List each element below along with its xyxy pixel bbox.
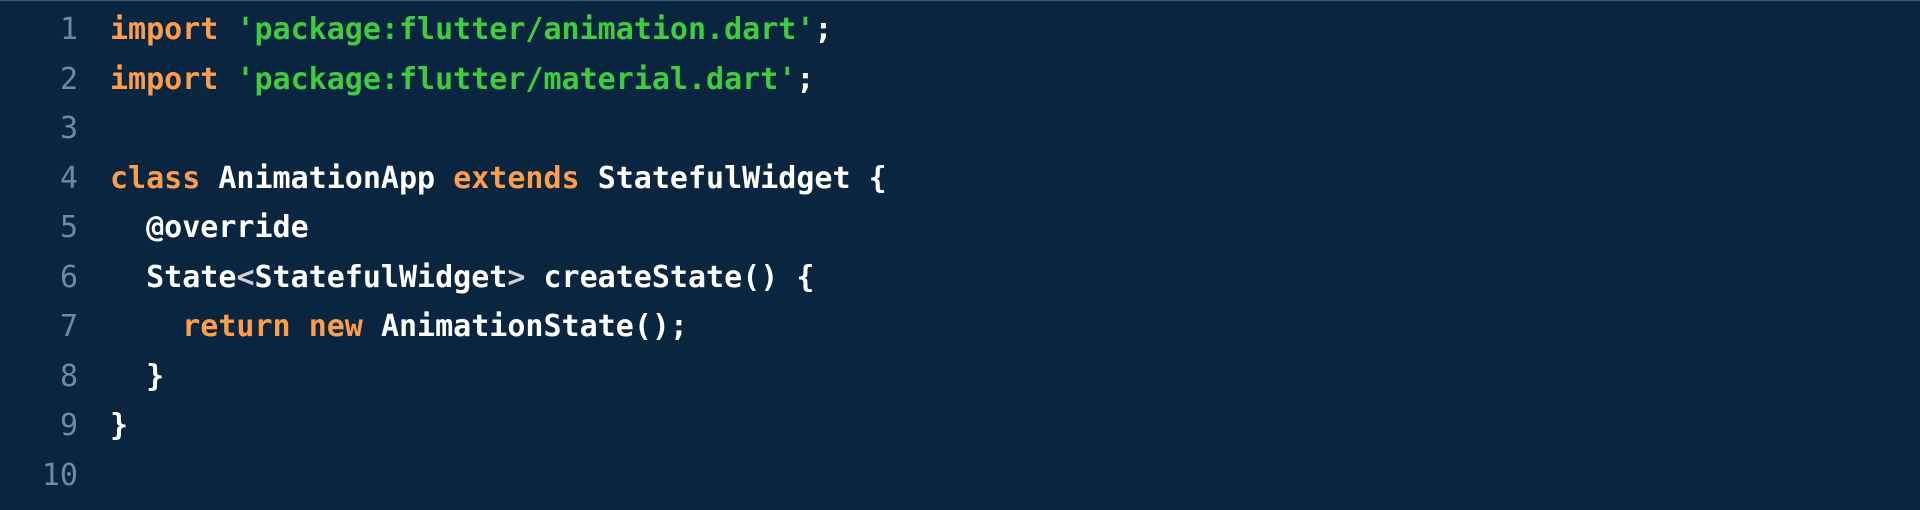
code-token: import bbox=[110, 12, 218, 47]
code-token: } bbox=[146, 359, 164, 394]
line-number: 9 bbox=[0, 401, 78, 451]
code-token bbox=[580, 161, 598, 196]
code-token: new bbox=[309, 309, 363, 344]
code-token: 'package:flutter/material.dart' bbox=[236, 62, 796, 97]
code-token: StatefulWidget bbox=[598, 161, 851, 196]
code-token: class bbox=[110, 161, 200, 196]
indent-whitespace bbox=[110, 309, 182, 344]
code-line[interactable]: } bbox=[110, 401, 1920, 451]
code-token: AnimationState bbox=[381, 309, 634, 344]
code-token bbox=[363, 309, 381, 344]
code-token: > bbox=[507, 260, 525, 295]
line-number: 10 bbox=[0, 451, 78, 501]
code-line[interactable]: @override bbox=[110, 203, 1920, 253]
code-editor[interactable]: 12345678910 import 'package:flutter/anim… bbox=[0, 1, 1920, 510]
line-number: 5 bbox=[0, 203, 78, 253]
code-token: ; bbox=[796, 62, 814, 97]
code-token: (); bbox=[634, 309, 688, 344]
code-token: return bbox=[182, 309, 290, 344]
indent-whitespace bbox=[110, 260, 146, 295]
code-token: extends bbox=[453, 161, 579, 196]
line-number: 7 bbox=[0, 302, 78, 352]
code-token: @override bbox=[146, 210, 309, 245]
code-token bbox=[525, 260, 543, 295]
line-number: 2 bbox=[0, 55, 78, 105]
line-number-gutter: 12345678910 bbox=[0, 1, 92, 510]
code-token bbox=[218, 12, 236, 47]
line-number: 8 bbox=[0, 352, 78, 402]
code-token: } bbox=[110, 408, 128, 443]
code-token: import bbox=[110, 62, 218, 97]
code-token: 'package:flutter/animation.dart' bbox=[236, 12, 814, 47]
code-token bbox=[435, 161, 453, 196]
line-number: 4 bbox=[0, 154, 78, 204]
code-token bbox=[218, 62, 236, 97]
line-number: 6 bbox=[0, 253, 78, 303]
code-area[interactable]: import 'package:flutter/animation.dart';… bbox=[92, 1, 1920, 510]
code-token: AnimationApp bbox=[218, 161, 435, 196]
indent-whitespace bbox=[110, 210, 146, 245]
code-line[interactable] bbox=[110, 104, 1920, 154]
line-number: 3 bbox=[0, 104, 78, 154]
indent-whitespace bbox=[110, 359, 146, 394]
code-token: StatefulWidget bbox=[255, 260, 508, 295]
code-line[interactable]: import 'package:flutter/animation.dart'; bbox=[110, 5, 1920, 55]
code-token bbox=[291, 309, 309, 344]
code-token: { bbox=[851, 161, 887, 196]
code-token: State bbox=[146, 260, 236, 295]
code-token: createState bbox=[544, 260, 743, 295]
code-token: ; bbox=[814, 12, 832, 47]
code-line[interactable]: State<StatefulWidget> createState() { bbox=[110, 253, 1920, 303]
code-line[interactable]: return new AnimationState(); bbox=[110, 302, 1920, 352]
code-token bbox=[200, 161, 218, 196]
code-line[interactable] bbox=[110, 451, 1920, 501]
code-line[interactable]: import 'package:flutter/material.dart'; bbox=[110, 55, 1920, 105]
code-line[interactable]: class AnimationApp extends StatefulWidge… bbox=[110, 154, 1920, 204]
code-token: () { bbox=[742, 260, 814, 295]
line-number: 1 bbox=[0, 5, 78, 55]
code-token: < bbox=[236, 260, 254, 295]
code-line[interactable]: } bbox=[110, 352, 1920, 402]
